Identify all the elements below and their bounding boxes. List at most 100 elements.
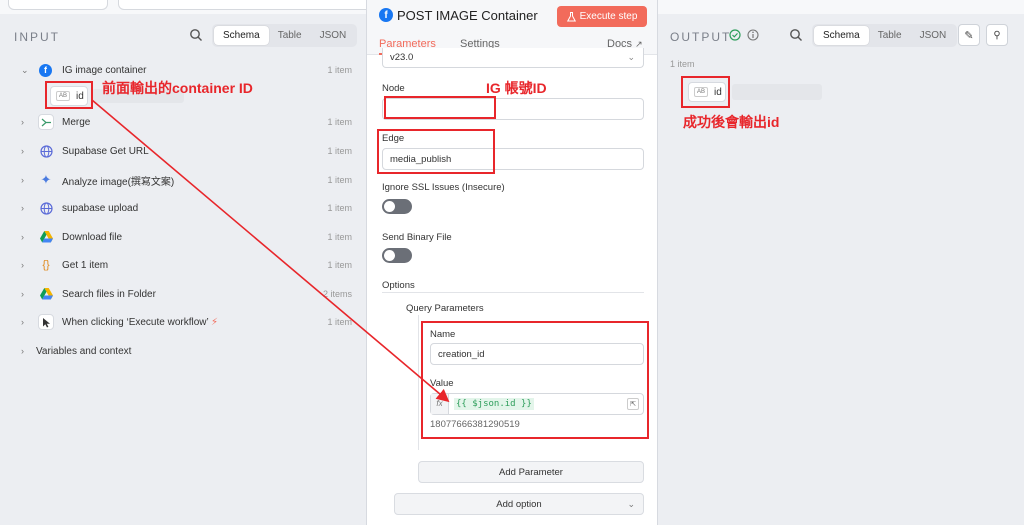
output-panel-title: OUTPUT	[670, 30, 732, 44]
braces-icon: {}	[42, 259, 50, 271]
node-label: Search files in Folder	[62, 288, 156, 300]
annotation-box-edge	[377, 129, 495, 174]
node-count: 1 item	[327, 317, 352, 327]
node-title[interactable]: POST IMAGE Container	[397, 8, 538, 23]
chevron-right-icon[interactable]: ›	[21, 203, 24, 213]
flask-icon	[566, 11, 576, 21]
lightning-icon: ⚡	[211, 316, 219, 328]
pencil-icon: ✎	[964, 29, 974, 42]
node-label: supabase upload	[62, 202, 139, 214]
variables-and-context[interactable]: › Variables and context	[0, 341, 366, 361]
chevron-right-icon[interactable]: ›	[21, 346, 24, 356]
node-label: Get 1 item	[62, 259, 109, 271]
input-node-supabase-get-url[interactable]: › Supabase Get URL 1 item	[0, 141, 366, 161]
variables-label: Variables and context	[36, 345, 132, 357]
input-node-merge[interactable]: › Merge 1 item	[0, 112, 366, 132]
node-count: 1 item	[327, 260, 352, 270]
annotation-box-node	[384, 96, 496, 119]
node-header: f POST IMAGE Container Execute step Para…	[367, 0, 657, 55]
execute-step-label: Execute step	[579, 11, 638, 22]
input-panel-title: INPUT	[14, 30, 60, 44]
output-view-schema[interactable]: Schema	[814, 26, 869, 45]
node-label: Merge	[62, 116, 91, 128]
annotation-container-id: 前面輸出的container ID	[102, 80, 253, 96]
node-label: When clicking ‘Execute workflow’	[62, 316, 209, 328]
globe-icon	[38, 200, 54, 216]
node-count: 1 item	[327, 146, 352, 156]
chevron-down-icon: ⌄	[627, 52, 635, 62]
node-label: Analyze image(撰寫文案)	[62, 176, 175, 188]
chevron-right-icon[interactable]: ›	[21, 260, 24, 270]
merge-icon	[38, 114, 54, 130]
version-select[interactable]: v23.0 ⌄	[382, 48, 644, 68]
search-icon[interactable]	[789, 28, 803, 42]
node-field-label: Node	[382, 83, 405, 94]
chevron-right-icon[interactable]: ›	[21, 289, 24, 299]
pin-data-button[interactable]: ⚲	[986, 24, 1008, 46]
node-count: 1 item	[327, 175, 352, 185]
chevron-right-icon[interactable]: ›	[21, 117, 24, 127]
chevron-right-icon[interactable]: ›	[21, 317, 24, 327]
input-node-supabase-upload[interactable]: › supabase upload 1 item	[0, 198, 366, 218]
input-node-download-file[interactable]: › Download file 1 item	[0, 227, 366, 247]
globe-icon	[38, 143, 54, 159]
node-count: 1 item	[327, 203, 352, 213]
binary-label: Send Binary File	[382, 232, 452, 243]
input-node-manual-trigger[interactable]: › When clicking ‘Execute workflow’ ⚡ 1 i…	[0, 312, 366, 332]
input-node-search-files[interactable]: › Search files in Folder 2 items	[0, 284, 366, 304]
query-params-label: Query Parameters	[406, 303, 484, 314]
annotation-success-output-id: 成功後會輸出id	[683, 114, 780, 130]
node-count: 1 item	[327, 232, 352, 242]
top-tab-left	[8, 0, 108, 10]
add-option-button[interactable]: Add option ⌄	[394, 493, 644, 515]
facebook-icon: f	[379, 8, 393, 22]
add-option-label: Add option	[496, 498, 542, 510]
node-count: 2 items	[322, 289, 352, 299]
sparkle-icon: ✦	[40, 172, 52, 187]
output-view-json[interactable]: JSON	[911, 26, 956, 45]
google-drive-icon	[38, 286, 54, 302]
input-node-get-1-item[interactable]: › {} Get 1 item 1 item	[0, 255, 366, 275]
input-view-table[interactable]: Table	[269, 26, 311, 45]
query-params-rule	[418, 315, 419, 450]
annotation-ig-account-id: IG 帳號ID	[486, 80, 547, 96]
ssl-label: Ignore SSL Issues (Insecure)	[382, 182, 505, 193]
version-value: v23.0	[390, 52, 414, 63]
chevron-down-icon: ⌄	[627, 498, 635, 509]
node-label: Download file	[62, 231, 123, 243]
input-view-switch: Schema Table JSON	[212, 24, 358, 47]
chevron-right-icon[interactable]: ›	[21, 232, 24, 242]
node-label: Supabase Get URL	[62, 145, 149, 157]
field-value-placeholder	[732, 84, 822, 100]
options-label: Options	[382, 280, 415, 291]
annotation-box-input-id	[45, 81, 93, 109]
output-view-switch: Schema Table JSON	[812, 24, 958, 47]
ssl-toggle[interactable]	[382, 199, 412, 214]
cursor-icon	[38, 314, 54, 330]
options-divider	[382, 292, 644, 293]
pin-icon: ⚲	[993, 29, 1001, 41]
input-view-json[interactable]: JSON	[311, 26, 356, 45]
facebook-icon: f	[39, 63, 52, 77]
info-icon[interactable]	[747, 29, 759, 41]
output-item-count: 1 item	[670, 59, 695, 69]
search-icon[interactable]	[189, 28, 203, 42]
binary-toggle[interactable]	[382, 248, 412, 263]
node-count: 1 item	[327, 65, 352, 75]
input-view-schema[interactable]: Schema	[214, 26, 269, 45]
node-label: IG image container	[62, 64, 147, 76]
input-node-ig-image-container[interactable]: ⌄ f IG image container 1 item	[0, 60, 366, 80]
chevron-down-icon[interactable]: ⌄	[21, 65, 29, 76]
chevron-right-icon[interactable]: ›	[21, 175, 24, 185]
chevron-right-icon[interactable]: ›	[21, 146, 24, 156]
google-drive-icon	[38, 229, 54, 245]
input-node-analyze-image[interactable]: › ✦ Analyze image(撰寫文案) 1 item	[0, 170, 366, 190]
add-parameter-button[interactable]: Add Parameter	[418, 461, 644, 483]
output-view-table[interactable]: Table	[869, 26, 911, 45]
annotation-box-output-id	[681, 76, 730, 108]
execute-step-button[interactable]: Execute step	[557, 6, 647, 27]
edit-output-button[interactable]: ✎	[958, 24, 980, 46]
annotation-box-query-param	[421, 321, 649, 439]
success-check-icon	[729, 29, 741, 41]
node-count: 1 item	[327, 117, 352, 127]
